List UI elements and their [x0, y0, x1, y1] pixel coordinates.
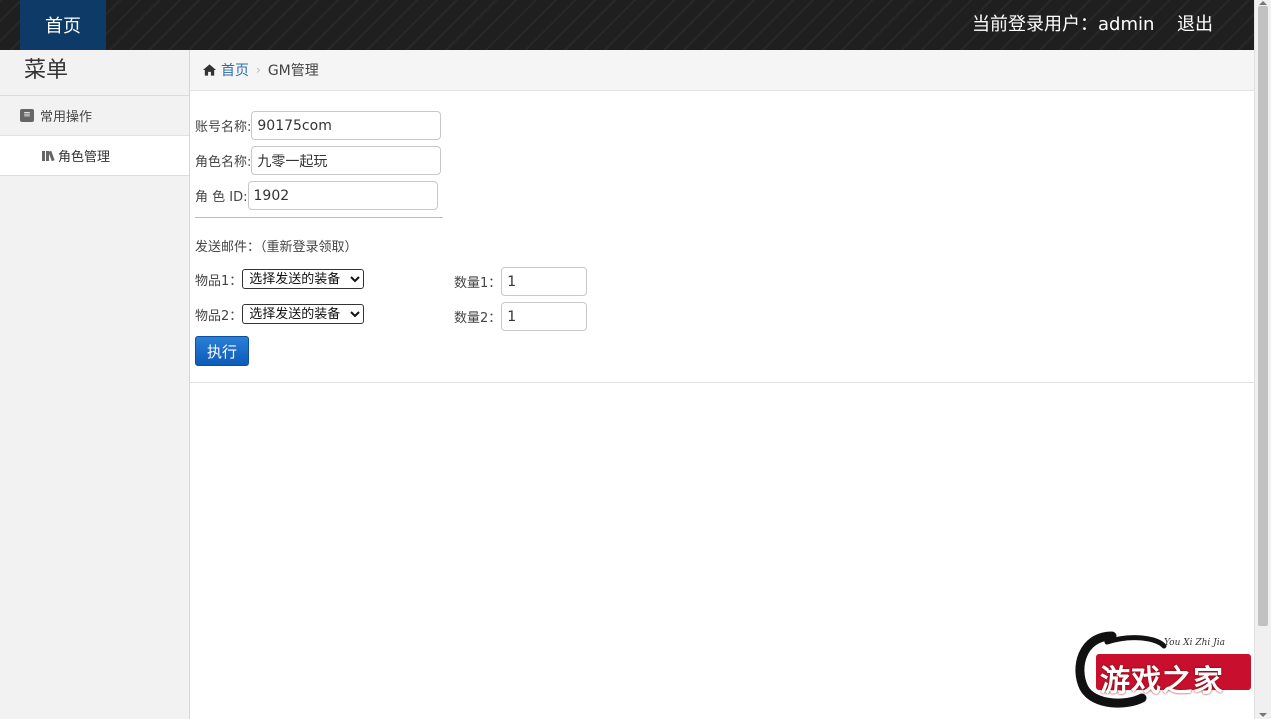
books-icon	[42, 150, 55, 161]
current-user-label: 当前登录用户：admin	[972, 14, 1155, 35]
breadcrumb: 首页 › GM管理	[190, 50, 1254, 91]
scroll-up-icon[interactable]	[1259, 1, 1267, 5]
role-id-row: 角 色 ID:	[195, 181, 438, 210]
qty1-row: 数量1：	[454, 267, 588, 296]
qty1-input[interactable]	[501, 267, 588, 296]
item1-row: 物品1： 选择发送的装备	[195, 269, 365, 289]
breadcrumb-home-link[interactable]: 首页	[221, 60, 249, 80]
vertical-scrollbar[interactable]	[1254, 0, 1271, 719]
sidebar-group-common[interactable]: ≡ 常用操作	[0, 96, 189, 136]
watermark-subtitle: You Xi Zhi Jia	[1164, 638, 1226, 648]
item1-select[interactable]: 选择发送的装备	[242, 269, 365, 289]
sidebar-item-label: 角色管理	[58, 150, 111, 165]
role-name-label: 角色名称:	[195, 155, 252, 170]
watermark-text: 游戏之家	[1100, 664, 1224, 699]
account-label: 账号名称:	[195, 120, 252, 135]
form-divider	[195, 217, 443, 218]
sidebar-title: 菜单	[0, 50, 189, 96]
scroll-thumb[interactable]	[1258, 6, 1268, 626]
item2-label: 物品2：	[195, 308, 243, 324]
qty2-label: 数量2：	[454, 311, 502, 326]
item1-label: 物品1：	[195, 273, 243, 289]
qty2-input[interactable]	[501, 302, 588, 331]
role-id-label: 角 色 ID:	[195, 190, 248, 205]
role-id-input[interactable]	[247, 181, 438, 210]
top-navbar: 首页 当前登录用户：admin 退出	[0, 0, 1254, 50]
item2-select[interactable]: 选择发送的装备	[242, 304, 365, 324]
content-divider	[190, 382, 1254, 383]
list-icon: ≡	[20, 109, 34, 122]
mail-title: 发送邮件：（重新登录领取）	[195, 240, 358, 255]
scroll-down-icon[interactable]	[1259, 713, 1267, 717]
logout-link[interactable]: 退出	[1177, 0, 1213, 50]
breadcrumb-current: GM管理	[267, 63, 319, 79]
role-name-input[interactable]	[251, 146, 442, 175]
home-icon	[202, 64, 217, 76]
account-row: 账号名称:	[195, 111, 442, 140]
account-input[interactable]	[251, 111, 442, 140]
sidebar: 菜单 ≡ 常用操作 角色管理	[0, 50, 190, 719]
qty2-row: 数量2：	[454, 302, 588, 331]
breadcrumb-separator: ›	[256, 63, 261, 77]
qty1-label: 数量1：	[454, 276, 502, 291]
sidebar-item-role-management[interactable]: 角色管理	[0, 136, 189, 176]
sidebar-group-label: 常用操作	[40, 110, 93, 125]
execute-button[interactable]: 执行	[195, 336, 249, 366]
nav-home-tab[interactable]: 首页	[20, 0, 106, 50]
role-name-row: 角色名称:	[195, 146, 442, 175]
watermark-logo: You Xi Zhi Jia 游戏之家	[1072, 628, 1254, 708]
item2-row: 物品2： 选择发送的装备	[195, 304, 365, 324]
